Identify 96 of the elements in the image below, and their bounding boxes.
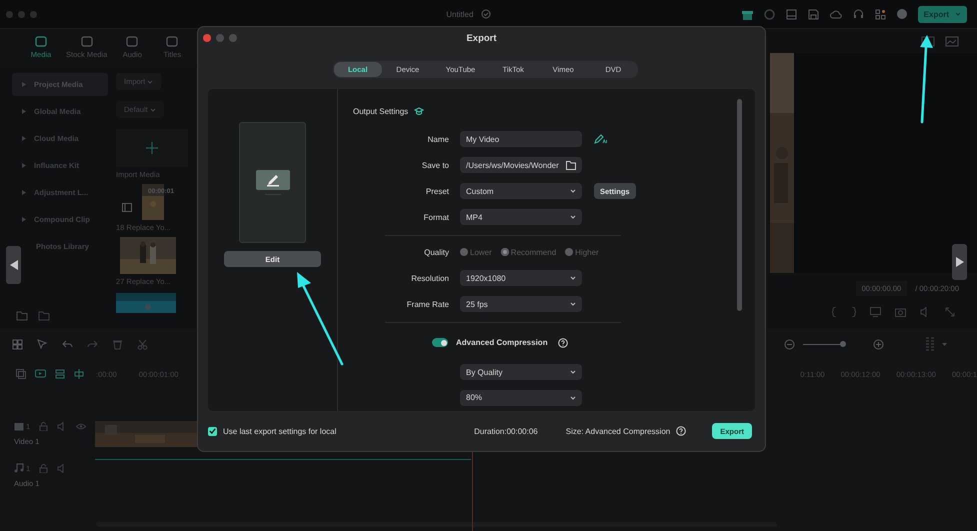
- layout-icon[interactable]: [12, 338, 23, 350]
- caret-icon[interactable]: [22, 136, 26, 141]
- chevron-down-icon: [570, 215, 576, 220]
- triangle-right-icon: [956, 257, 964, 267]
- gift-icon[interactable]: [742, 8, 753, 20]
- caret-icon[interactable]: [22, 109, 26, 114]
- edit-icon: [256, 170, 290, 196]
- minimize-button[interactable]: [216, 34, 224, 42]
- caret-icon[interactable]: [22, 217, 26, 222]
- slider-thumb[interactable]: [840, 341, 846, 347]
- chevron-down-icon: [147, 80, 154, 84]
- checkbox-label: Use last export settings for local: [223, 426, 336, 436]
- marker-icon[interactable]: [74, 369, 84, 379]
- chevron-down-icon: [570, 396, 576, 400]
- collapse-left-button[interactable]: [6, 246, 21, 284]
- zoom-button[interactable]: [229, 34, 237, 42]
- graduation-cap-icon[interactable]: [414, 107, 424, 116]
- expand-right-button[interactable]: [952, 244, 967, 280]
- chevron-down-icon: [570, 276, 576, 280]
- film-icon: [122, 203, 132, 212]
- zoom-out-icon[interactable]: [784, 338, 795, 350]
- dropdown[interactable]: 80%: [460, 390, 582, 406]
- cloud-icon[interactable]: [830, 8, 842, 20]
- delete-icon[interactable]: [112, 338, 123, 350]
- dropdown[interactable]: 25 fps: [460, 296, 582, 312]
- toggle-label: Advanced Compression: [456, 338, 548, 348]
- audio-meter-icon[interactable]: [926, 337, 934, 351]
- dialog-title: Export: [465, 32, 498, 44]
- caret-icon[interactable]: [22, 190, 26, 195]
- dropdown[interactable]: 1920x1080: [460, 270, 582, 286]
- dropdown[interactable]: By Quality: [460, 364, 582, 380]
- field-label: Preset: [424, 186, 449, 196]
- scrollbar[interactable]: [737, 99, 742, 311]
- image-icon[interactable]: [945, 36, 959, 46]
- toggle-switch[interactable]: [432, 338, 448, 348]
- ai-pen-icon[interactable]: [594, 134, 607, 144]
- duration-text: Duration:00:00:06: [474, 426, 538, 436]
- pointer-icon[interactable]: [37, 338, 48, 350]
- input-field[interactable]: My Video: [460, 131, 582, 148]
- input-field[interactable]: /Users/ws/Movies/Wonder: [460, 157, 582, 174]
- lock-icon[interactable]: [39, 464, 48, 472]
- chevron-down-icon: [570, 189, 576, 194]
- layout-icon[interactable]: [786, 8, 797, 20]
- dropdown[interactable]: Custom: [460, 183, 582, 200]
- field-label: Frame Rate: [406, 300, 449, 309]
- field-label: Format: [422, 212, 449, 222]
- cut-icon[interactable]: [137, 338, 148, 350]
- saved-check-icon: [481, 9, 492, 19]
- new-folder-icon[interactable]: [16, 311, 28, 321]
- add-track-icon[interactable]: [16, 369, 26, 379]
- caret-icon[interactable]: [22, 82, 26, 87]
- caret-icon[interactable]: [942, 342, 947, 346]
- chevron-down-icon: [150, 108, 156, 112]
- tab-icon: [35, 36, 47, 46]
- help-icon[interactable]: [676, 426, 686, 436]
- redo-icon[interactable]: [87, 338, 98, 350]
- eye-icon[interactable]: [76, 422, 86, 430]
- dropdown[interactable]: MP4: [460, 209, 582, 226]
- headset-icon[interactable]: [852, 8, 864, 20]
- chevron-down-icon: [570, 370, 576, 374]
- chevron-down-icon: [570, 302, 576, 306]
- chevron-down-icon: [955, 12, 961, 16]
- lock-icon[interactable]: [39, 422, 48, 430]
- project-title: Untitled: [446, 10, 474, 18]
- caret-icon[interactable]: [22, 163, 26, 168]
- scrollbar[interactable]: [96, 522, 777, 527]
- field-label: Name: [426, 134, 449, 144]
- plus-icon: [146, 142, 158, 154]
- fullscreen-icon[interactable]: [945, 307, 955, 317]
- close-button[interactable]: [203, 34, 211, 42]
- zoom-in-icon[interactable]: [873, 338, 884, 350]
- camera-icon[interactable]: [895, 307, 906, 317]
- avatar[interactable]: [896, 9, 907, 19]
- mark-in-icon[interactable]: [832, 307, 837, 317]
- checkbox[interactable]: [208, 426, 217, 436]
- video-track-icon: [14, 421, 24, 431]
- section-title: Output Settings: [353, 107, 408, 116]
- triangle-left-icon: [10, 260, 18, 270]
- tab-icon: [166, 36, 178, 46]
- field-label: Save to: [420, 160, 449, 170]
- minimize-button[interactable]: [18, 10, 25, 18]
- monitor-icon[interactable]: [870, 307, 881, 317]
- field-label: Quality: [423, 248, 449, 257]
- size-text: Size: Advanced Compression: [566, 426, 670, 436]
- tab-icon: [126, 36, 138, 46]
- mark-out-icon[interactable]: [851, 307, 856, 317]
- music-icon: [14, 463, 24, 473]
- tab-icon: [80, 36, 93, 46]
- snap-icon[interactable]: [55, 369, 65, 379]
- circle-icon[interactable]: [764, 8, 775, 20]
- save-icon[interactable]: [808, 8, 819, 20]
- apps-icon[interactable]: [874, 8, 886, 20]
- undo-icon[interactable]: [62, 338, 73, 350]
- help-icon[interactable]: [558, 338, 568, 348]
- zoom-button[interactable]: [30, 10, 37, 18]
- field-label: Resolution: [410, 274, 449, 283]
